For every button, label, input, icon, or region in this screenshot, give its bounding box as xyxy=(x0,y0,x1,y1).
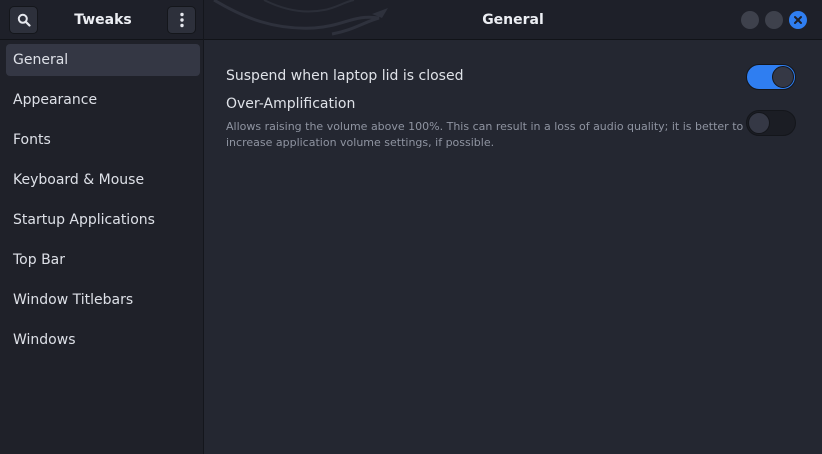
close-icon xyxy=(794,16,802,24)
minimize-button[interactable] xyxy=(741,11,759,29)
sidebar-item-general[interactable]: General xyxy=(6,44,200,76)
suspend-lid-label: Suspend when laptop lid is closed xyxy=(226,68,464,84)
sidebar-item-window-titlebars[interactable]: Window Titlebars xyxy=(6,284,200,316)
sidebar-item-fonts[interactable]: Fonts xyxy=(6,124,200,156)
over-amplification-label: Over-Amplification xyxy=(226,96,356,112)
vertical-dots-icon xyxy=(179,12,184,28)
over-amplification-description: Allows raising the volume above 100%. Th… xyxy=(226,120,744,149)
main-header: General xyxy=(204,0,822,40)
sidebar-item-top-bar[interactable]: Top Bar xyxy=(6,244,200,276)
settings-panel: Suspend when laptop lid is closed Over-A… xyxy=(205,40,822,454)
search-icon xyxy=(17,13,31,27)
sidebar-item-appearance[interactable]: Appearance xyxy=(6,84,200,116)
toggle-knob xyxy=(772,66,794,88)
sidebar-title: Tweaks xyxy=(74,12,132,28)
sidebar-item-keyboard-mouse[interactable]: Keyboard & Mouse xyxy=(6,164,200,196)
maximize-button[interactable] xyxy=(765,11,783,29)
over-amplification-toggle[interactable] xyxy=(746,110,796,136)
sidebar-header: Tweaks xyxy=(0,0,204,40)
close-button[interactable] xyxy=(789,11,807,29)
tweaks-window: Tweaks General General Appearance Fonts … xyxy=(0,0,822,454)
search-button[interactable] xyxy=(9,6,38,34)
header-bar: Tweaks General xyxy=(0,0,822,40)
toggle-knob xyxy=(748,112,770,134)
sidebar-item-windows[interactable]: Windows xyxy=(6,324,200,356)
suspend-lid-toggle[interactable] xyxy=(746,64,796,90)
page-title: General xyxy=(482,12,544,28)
sidebar-item-startup-applications[interactable]: Startup Applications xyxy=(6,204,200,236)
menu-button[interactable] xyxy=(167,6,196,34)
sidebar: General Appearance Fonts Keyboard & Mous… xyxy=(0,40,204,454)
